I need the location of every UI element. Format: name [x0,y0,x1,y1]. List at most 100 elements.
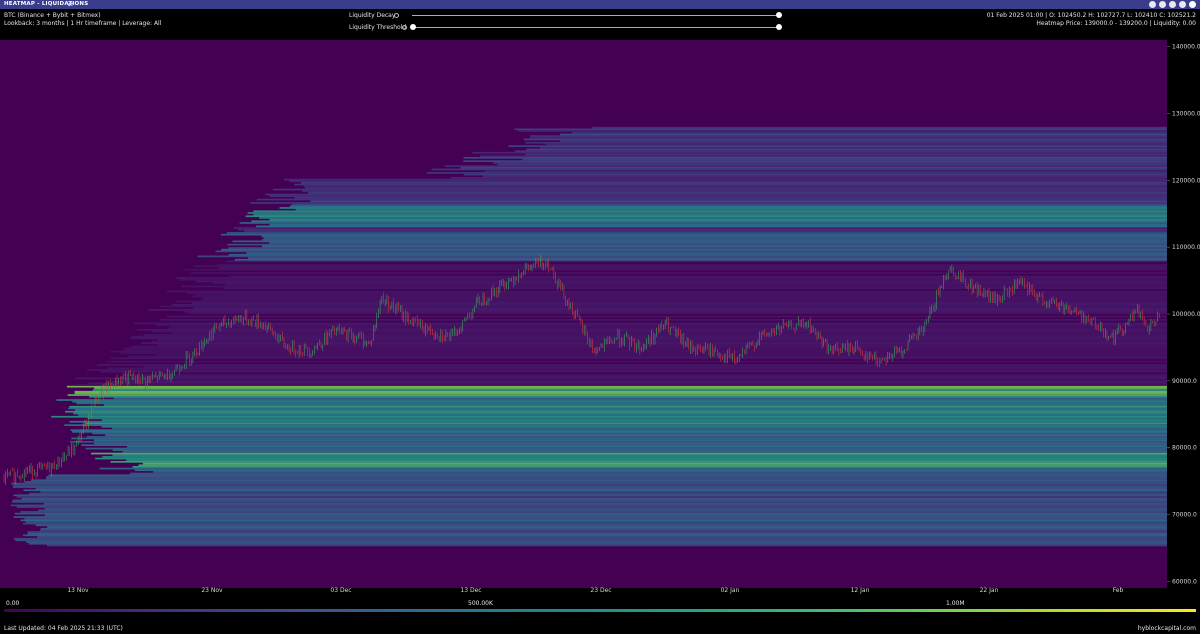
heat-cell [157,339,1167,341]
heat-cell [463,160,1167,162]
heat-cell [284,178,1168,181]
heat-cell [228,275,1168,278]
heat-cell [122,451,1168,453]
heat-cell [24,517,1167,520]
heat-cell [200,299,1168,301]
heat-cell [16,506,1168,508]
heat-cell [151,330,1167,333]
liquidity-threshold-max-knob[interactable] [776,24,782,30]
heat-cell [308,192,1168,194]
heat-cell [47,526,1168,528]
heat-cell [75,409,1167,411]
help-icon[interactable] [394,13,399,18]
heat-cell [220,233,1167,236]
heat-cell [107,367,1168,370]
heat-cell [27,532,1168,535]
heat-cell [144,334,1167,336]
heat-cell [94,439,1167,441]
heat-cell [69,420,1167,423]
liquidity-decay-slider[interactable] [412,15,779,16]
y-tick-label: 100000.0 [1172,311,1200,318]
heat-cell [132,466,1167,468]
heat-cell [99,467,1167,470]
settings-icon[interactable] [1179,1,1186,8]
liquidity-decay-label: Liquidity Decay [349,12,396,19]
colorbar-max-label: 1.00M [946,600,965,607]
heat-cell [223,287,1167,289]
y-tick-label: 90000.0 [1172,378,1197,385]
heat-cell [215,250,1167,253]
heat-cell [256,225,1167,228]
refresh-icon[interactable] [1149,1,1156,8]
close-icon[interactable] [1189,1,1196,8]
heat-cell [451,177,1167,179]
heat-cell [27,531,1168,533]
heat-cell [136,375,1167,378]
heat-cell [13,537,1168,540]
heat-cell [67,394,1168,396]
heat-cell [110,350,1167,353]
heat-cell [560,140,1167,142]
heat-cell [141,342,1167,345]
heat-cell [592,126,1167,129]
link-icon[interactable] [1169,1,1176,8]
heat-cell [113,397,1168,400]
heat-cell [187,312,1167,314]
heat-cell [43,502,1168,505]
title-bar: HEATMAP - LIQUIDATIONS ⇄ [0,0,1200,9]
liquidity-threshold-knob[interactable] [410,24,416,30]
heat-cell [87,369,1168,371]
heat-cell [244,230,1167,233]
x-tick-label: Feb [1113,587,1124,594]
heat-cell [191,302,1167,304]
heat-cell [269,223,1168,226]
heat-cell [40,527,1168,530]
heat-cell [48,474,1168,477]
liquidity-threshold-slider[interactable] [412,27,779,28]
heat-cell [68,407,1168,410]
heat-cell [431,168,1167,171]
heat-cell [11,482,1168,485]
heat-cell [64,424,1167,426]
heat-cell [28,542,1167,545]
heat-cell [112,449,1168,451]
heat-cell [193,265,1168,268]
heat-cell [16,496,1168,498]
heat-cell [125,379,1167,381]
heat-cell [12,499,1168,502]
heat-cell [192,295,1168,298]
liquidity-decay-knob[interactable] [776,12,782,18]
x-tick-label: 22 Jan [980,587,999,594]
heat-cell [128,355,1168,358]
heat-cell [101,425,1167,428]
heat-cell [492,162,1167,164]
heat-cell [92,432,1168,435]
heat-cell [26,541,1168,543]
refresh-icon[interactable] [1159,1,1166,8]
heat-cell [91,452,1167,455]
heat-cell [291,203,1167,206]
help-icon[interactable] [402,25,407,30]
liquidation-heatmap-chart[interactable]: 140000.0 130000.0 120000.0 110000.0 100000.0… [0,40,1200,595]
heat-cell [218,267,1167,269]
y-tick-label: 80000.0 [1172,445,1197,452]
y-tick-label: 140000.0 [1172,44,1200,51]
heat-cell [262,245,1167,248]
heat-cell [94,387,1168,390]
heat-cell [111,380,1167,383]
x-axis: 13 Nov 23 Nov 03 Dec 13 Dec 23 Dec 02 Jan 12 J… [67,587,1123,594]
heat-cell [197,255,1167,258]
swap-arrows-icon[interactable]: ⇄ [68,0,73,9]
asset-label: BTC (Binance + Bybit + Bitmex) [4,12,101,19]
liquidity-threshold-label: Liquidity Threshold [349,24,407,31]
heat-cell [72,431,1168,433]
window-controls [1149,1,1196,8]
heat-cell [110,357,1167,360]
heat-cell [51,415,1168,418]
heat-cell [160,319,1167,321]
y-tick-label: 120000.0 [1172,177,1200,184]
heat-cell [530,135,1167,137]
heat-cell [37,536,1168,538]
heat-cell [20,511,1168,513]
heat-cell [12,484,1168,487]
